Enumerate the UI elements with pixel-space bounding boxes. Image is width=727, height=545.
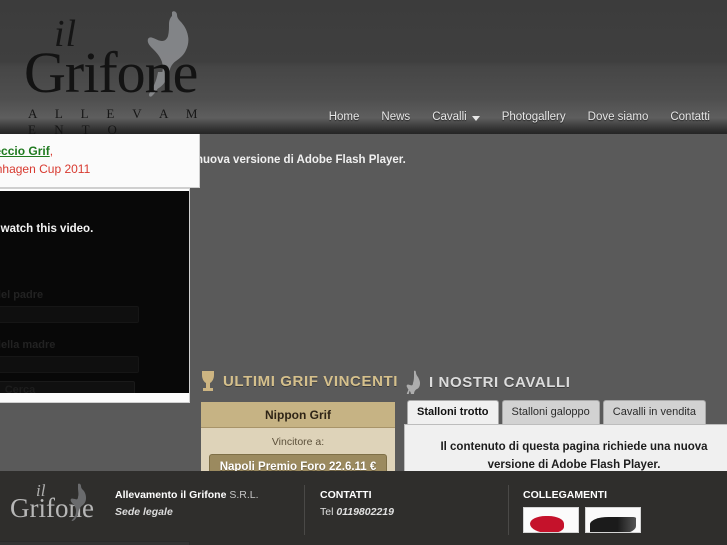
footer-divider	[304, 485, 305, 535]
video-search-modal-inner: f Get ADOBE FLASH PLAYER be Flash Player…	[0, 191, 189, 398]
site-header: il Grifone A L L E V A M E N T O Home Ne…	[0, 0, 727, 134]
nav-label: Cavalli	[432, 111, 467, 123]
site-footer: il Grifone Allevamento il Grifone S.R.L.…	[0, 471, 727, 545]
nav-item-contatti[interactable]: Contatti	[659, 107, 721, 127]
mother-name-input[interactable]	[0, 356, 139, 373]
horses-section-heading: I NOSTRI CAVALLI	[404, 370, 571, 394]
footer-partner-logos	[523, 507, 641, 533]
news-popup: nostro stallone Libeccio Grif, ria domin…	[0, 134, 200, 188]
footer-telephone: Tel 0119802219	[320, 506, 394, 518]
flash-required-message: Il contenuto di questa pagina richiede u…	[440, 441, 708, 471]
winners-section-heading: ULTIMI GRIF VINCENTI	[200, 370, 398, 392]
footer-contacts-title: CONTATTI	[320, 489, 372, 501]
footer-links-title: COLLEGAMENTI	[523, 489, 607, 501]
tab-cavalli-in-vendita[interactable]: Cavalli in vendita	[602, 400, 706, 424]
mother-name-label: Inserisci il nome della madre	[0, 339, 56, 351]
partner-logo-1[interactable]	[523, 507, 579, 533]
news-popup-line-2: ria domina la Copenhagen Cup 2011	[0, 162, 91, 176]
main-navigation: Home News Cavalli Photogallery Dove siam…	[318, 100, 727, 134]
footer-company-column: Allevamento il Grifone S.R.L. Sede legal…	[115, 489, 259, 518]
modal-footer-strip	[0, 393, 189, 402]
footer-links-column: COLLEGAMENTI	[523, 489, 641, 533]
horses-heading-text: I NOSTRI CAVALLI	[429, 373, 571, 391]
horse-logo-icon	[70, 483, 86, 521]
nav-item-news[interactable]: News	[370, 107, 421, 127]
tab-stalloni-trotto[interactable]: Stalloni trotto	[407, 400, 499, 424]
accordion-item-nippon-grif[interactable]: Nippon Grif	[201, 402, 395, 428]
nav-label: Contatti	[670, 111, 710, 123]
nav-label: Home	[328, 111, 360, 123]
footer-company-name: Allevamento il Grifone S.R.L.	[115, 489, 259, 501]
nav-label: News	[381, 111, 411, 123]
left-dark-box	[0, 541, 190, 545]
chevron-down-icon	[471, 115, 480, 121]
father-name-label: Inserisci il nome del padre	[0, 289, 44, 301]
video-search-modal: f Get ADOBE FLASH PLAYER be Flash Player…	[0, 188, 190, 403]
page-root: il Grifone A L L E V A M E N T O Home Ne…	[0, 0, 727, 545]
logo-tagline: A L L E V A M E N T O	[28, 106, 205, 134]
partner-logo-2[interactable]	[585, 507, 641, 533]
modal-flash-message: be Flash Player to watch this video.	[0, 223, 94, 235]
stage-flash-note: nuova versione di Adobe Flash Player.	[196, 154, 406, 166]
news-popup-line-1: nostro stallone Libeccio Grif,	[0, 144, 53, 158]
trophy-icon	[202, 371, 214, 391]
site-logo[interactable]: il Grifone A L L E V A M E N T O	[14, 6, 229, 134]
nav-item-photogallery[interactable]: Photogallery	[491, 107, 577, 127]
libeccio-grif-link[interactable]: Libeccio Grif	[0, 144, 50, 158]
logo-grifone-text: Grifone	[24, 40, 198, 105]
nav-item-dove-siamo[interactable]: Dove siamo	[577, 107, 660, 127]
tab-stalloni-galoppo[interactable]: Stalloni galoppo	[501, 400, 600, 424]
footer-contacts-column: CONTATTI Tel 0119802219	[320, 489, 394, 518]
winners-heading-text: ULTIMI GRIF VINCENTI	[223, 372, 399, 390]
nav-label: Photogallery	[501, 111, 566, 123]
footer-divider	[508, 485, 509, 535]
footer-logo[interactable]: il Grifone	[8, 481, 104, 541]
horses-tabs: Stalloni trotto Stalloni galoppo Cavalli…	[404, 400, 727, 424]
winner-subtitle: Vincitore a:	[271, 436, 325, 448]
horse-icon	[406, 370, 420, 394]
father-name-input[interactable]	[0, 306, 139, 323]
nav-item-home[interactable]: Home	[318, 107, 371, 127]
nav-label: Dove siamo	[587, 111, 649, 123]
footer-company-sub: Sede legale	[115, 506, 173, 518]
nav-item-cavalli[interactable]: Cavalli	[421, 107, 491, 127]
